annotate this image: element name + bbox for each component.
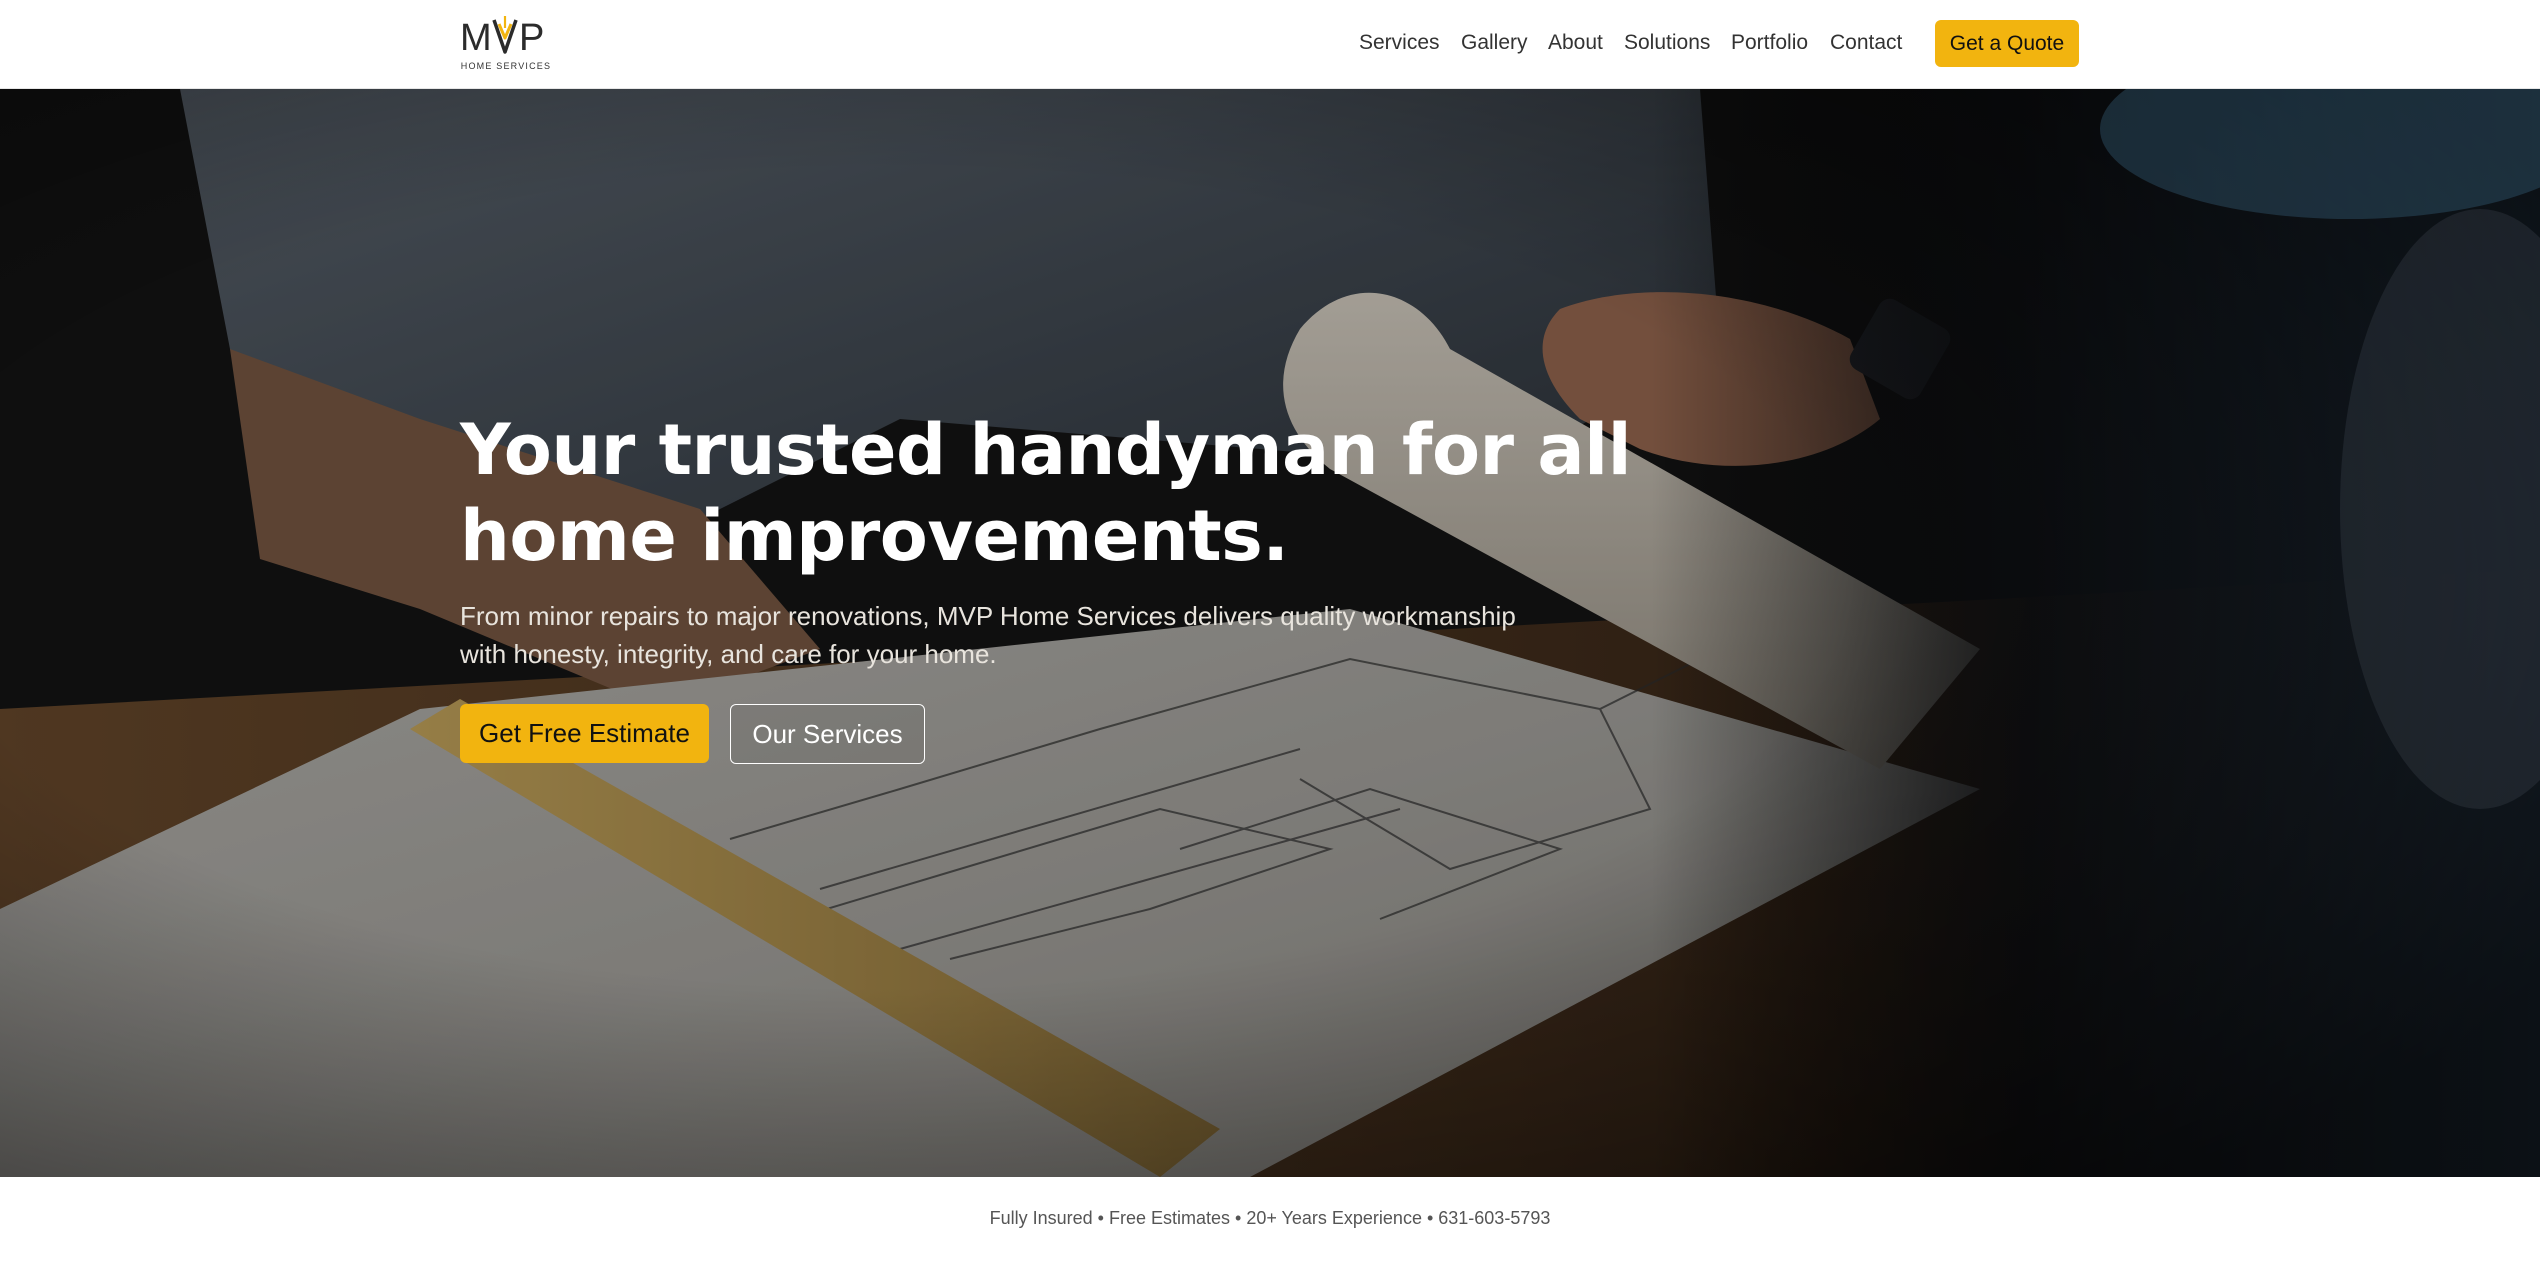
get-free-estimate-button[interactable]: Get Free Estimate — [460, 704, 709, 763]
hero-section: Your trusted handyman for all home impro… — [0, 89, 2540, 1177]
hero-title-line2: home improvements. — [460, 495, 1289, 577]
nav-services[interactable]: Services — [1359, 31, 1440, 55]
hero-title-line1: Your trusted handyman for all — [460, 409, 1632, 491]
hero-subtitle-line1: From minor repairs to major renovations,… — [460, 601, 1516, 631]
nav-gallery[interactable]: Gallery — [1461, 31, 1528, 55]
mvp-logo-icon: M P — [460, 16, 544, 56]
our-services-button[interactable]: Our Services — [730, 704, 925, 764]
hero-subtitle: From minor repairs to major renovations,… — [460, 597, 1560, 673]
hero-title: Your trusted handyman for all home impro… — [460, 407, 1740, 579]
nav-contact[interactable]: Contact — [1830, 31, 1902, 55]
trust-bar: Fully Insured • Free Estimates • 20+ Yea… — [0, 1178, 2540, 1278]
nav-solutions[interactable]: Solutions — [1624, 31, 1710, 55]
logo-subtitle: HOME SERVICES — [460, 61, 552, 71]
nav-about[interactable]: About — [1548, 31, 1603, 55]
hero-subtitle-line2: with honesty, integrity, and care for yo… — [460, 639, 997, 669]
site-header: M P HOME SERVICES Services Gallery About… — [0, 0, 2540, 89]
get-quote-button[interactable]: Get a Quote — [1935, 20, 2079, 67]
svg-text:M: M — [460, 17, 492, 56]
logo[interactable]: M P HOME SERVICES — [460, 14, 552, 74]
nav-portfolio[interactable]: Portfolio — [1731, 31, 1808, 55]
trust-bar-text: Fully Insured • Free Estimates • 20+ Yea… — [989, 1208, 1551, 1228]
svg-text:P: P — [519, 17, 544, 56]
